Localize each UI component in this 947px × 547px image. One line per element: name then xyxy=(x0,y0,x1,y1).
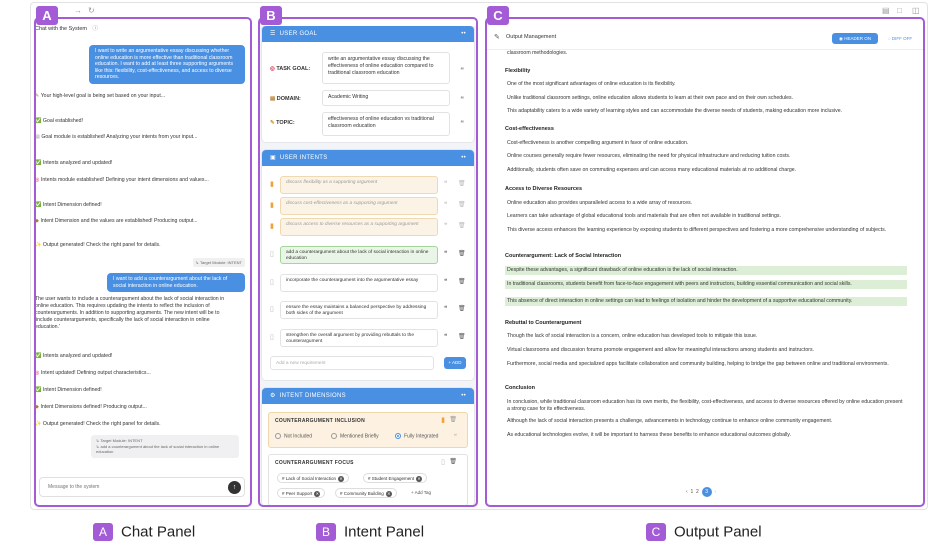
chat-icon[interactable]: □ xyxy=(897,6,902,16)
legend-output-panel: C Output Panel xyxy=(646,523,762,542)
intent-panel-frame xyxy=(258,17,478,507)
legend-intent-panel: B Intent Panel xyxy=(316,523,424,542)
badge-c: C xyxy=(487,6,509,25)
output-panel-frame xyxy=(485,17,925,507)
reload-icon[interactable]: ↻ xyxy=(88,6,95,16)
document-icon[interactable]: ▤ xyxy=(882,6,890,16)
badge-b: B xyxy=(260,6,282,25)
layout-icon[interactable]: ◫ xyxy=(912,6,920,16)
chat-panel-frame xyxy=(34,17,252,507)
legend-chat-panel: A Chat Panel xyxy=(93,523,195,542)
forward-icon[interactable]: → xyxy=(74,6,82,16)
badge-a: A xyxy=(36,6,58,25)
